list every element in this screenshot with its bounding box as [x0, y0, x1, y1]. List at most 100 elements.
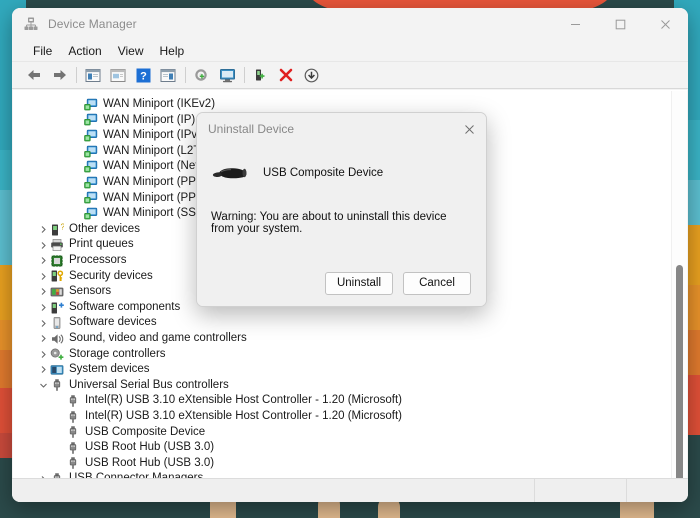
scrollbar-thumb[interactable]: [676, 265, 683, 478]
tree-item-label: USB Composite Device: [85, 425, 206, 438]
chevron-right-icon[interactable]: [37, 317, 50, 330]
usb-controller-icon: [50, 472, 64, 478]
cancel-button[interactable]: Cancel: [403, 271, 471, 295]
tree-item[interactable]: Sound, video and game controllers: [13, 331, 671, 347]
menu-item-action[interactable]: Action: [61, 43, 108, 59]
uninstall-button[interactable]: Uninstall: [325, 271, 393, 295]
chevron-right-icon[interactable]: [37, 223, 50, 236]
status-pane-tertiary: [626, 479, 688, 502]
back-icon[interactable]: [22, 64, 46, 86]
tree-item-label: USB Root Hub (USB 3.0): [85, 456, 215, 469]
toolbar: ?: [12, 62, 688, 89]
tree-item-label: Processors: [69, 253, 127, 266]
svg-text:?: ?: [140, 70, 147, 82]
printer-icon: [50, 238, 64, 252]
dialog-title: Uninstall Device: [208, 122, 295, 136]
tree-item[interactable]: USB Composite Device: [13, 424, 671, 440]
toolbar-separator-2: [185, 67, 186, 83]
device-manager-icon: [23, 16, 39, 32]
tree-item-label: Software components: [69, 300, 181, 313]
sensor-icon: [50, 285, 64, 299]
chevron-down-icon[interactable]: [37, 379, 50, 392]
menubar: File Action View Help: [12, 40, 688, 62]
chevron-right-icon[interactable]: [37, 363, 50, 376]
window-titlebar[interactable]: Device Manager: [12, 8, 688, 40]
statusbar: [12, 478, 688, 502]
network-adapter-icon: [84, 176, 98, 190]
tree-item[interactable]: Intel(R) USB 3.10 eXtensible Host Contro…: [13, 393, 671, 409]
tree-item-label: Universal Serial Bus controllers: [69, 378, 229, 391]
disable-device-icon[interactable]: [274, 64, 298, 86]
tree-item-label: Other devices: [69, 222, 140, 235]
dialog-titlebar[interactable]: Uninstall Device: [197, 113, 486, 145]
scan-for-hardware-changes-icon[interactable]: [215, 64, 239, 86]
toolbar-separator-1: [76, 67, 77, 83]
tree-item[interactable]: Software devices: [13, 315, 671, 331]
tree-item-label: Print queues: [69, 238, 134, 251]
usb-controller-icon: [50, 378, 64, 392]
help-icon[interactable]: ?: [131, 64, 155, 86]
other-devices-icon: ?: [50, 222, 66, 237]
chevron-right-icon[interactable]: [37, 270, 50, 283]
enable-device-icon[interactable]: [299, 64, 323, 86]
tree-item-label: Sound, video and game controllers: [69, 331, 247, 344]
tree-item[interactable]: USB Root Hub (USB 3.0): [13, 456, 671, 472]
dialog-device-row: USB Composite Device: [211, 155, 472, 191]
chevron-right-icon[interactable]: [37, 239, 50, 252]
show-hide-action-pane-icon[interactable]: [156, 64, 180, 86]
menu-item-help[interactable]: Help: [153, 43, 192, 59]
update-driver-icon[interactable]: [190, 64, 214, 86]
chevron-right-icon[interactable]: [37, 332, 50, 345]
tree-item[interactable]: WAN Miniport (IKEv2): [13, 97, 671, 113]
menu-item-view[interactable]: View: [111, 43, 151, 59]
usb-device-icon: [66, 425, 80, 439]
forward-icon[interactable]: [47, 64, 71, 86]
usb-device-icon: [66, 410, 80, 424]
tree-item[interactable]: Storage controllers: [13, 347, 671, 363]
show-hide-console-tree-icon[interactable]: [81, 64, 105, 86]
tree-item[interactable]: Intel(R) USB 3.10 eXtensible Host Contro…: [13, 409, 671, 425]
network-adapter-icon: [84, 207, 98, 221]
tree-item[interactable]: USB Root Hub (USB 3.0): [13, 440, 671, 456]
tree-item[interactable]: Universal Serial Bus controllers: [13, 378, 671, 394]
chevron-right-icon[interactable]: [37, 473, 50, 478]
tree-item-label: System devices: [69, 363, 150, 376]
system-device-icon: [50, 363, 64, 377]
svg-text:?: ?: [61, 223, 65, 232]
close-button[interactable]: [643, 8, 688, 40]
minimize-button[interactable]: [553, 8, 598, 40]
tree-item-label: Sensors: [69, 285, 112, 298]
software-component-icon: [50, 301, 64, 315]
tree-item-label: WAN Miniport (IKEv2): [103, 98, 216, 111]
tree-item[interactable]: System devices: [13, 362, 671, 378]
chevron-right-icon[interactable]: [37, 301, 50, 314]
maximize-button[interactable]: [598, 8, 643, 40]
tree-item[interactable]: USB Connector Managers: [13, 471, 671, 478]
tree-item-label: WAN Miniport (IPv6): [103, 129, 208, 142]
tree-item-label: WAN Miniport (IP): [103, 113, 196, 126]
chevron-right-icon[interactable]: [37, 348, 50, 361]
usb-device-icon: [66, 394, 80, 408]
chevron-right-icon[interactable]: [37, 285, 50, 298]
properties-icon[interactable]: [106, 64, 130, 86]
tree-item-label: Intel(R) USB 3.10 eXtensible Host Contro…: [85, 409, 403, 422]
uninstall-device-icon[interactable]: [249, 64, 273, 86]
usb-device-icon: [66, 456, 80, 470]
vertical-scrollbar[interactable]: [671, 91, 687, 478]
menu-item-file[interactable]: File: [26, 43, 59, 59]
network-adapter-icon: [84, 98, 98, 112]
network-adapter-icon: [84, 113, 98, 127]
tree-item-label: Intel(R) USB 3.10 eXtensible Host Contro…: [85, 394, 403, 407]
network-adapter-icon: [84, 145, 98, 159]
chevron-right-icon[interactable]: [37, 254, 50, 267]
dialog-close-icon[interactable]: [452, 114, 486, 144]
status-pane-main: [12, 479, 534, 502]
